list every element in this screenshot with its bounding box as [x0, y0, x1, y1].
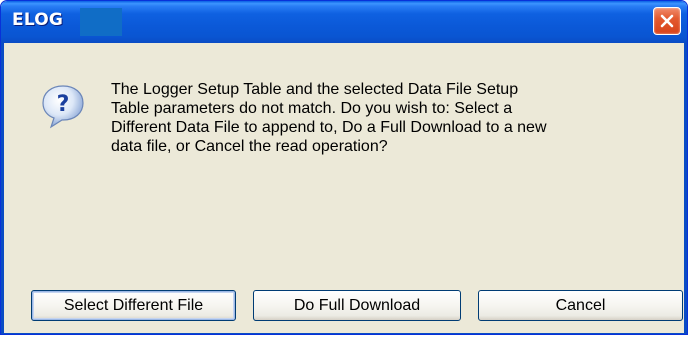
- do-full-download-button[interactable]: Do Full Download: [253, 290, 461, 321]
- select-different-file-button[interactable]: Select Different File: [31, 290, 236, 321]
- window-title: ELOG: [12, 10, 64, 30]
- message-line: The Logger Setup Table and the selected …: [111, 81, 519, 98]
- title-bar[interactable]: ELOG: [1, 1, 687, 43]
- message-line: data file, or Cancel the read operation?: [111, 138, 388, 155]
- redacted-title-block: [80, 8, 122, 36]
- dialog-window: ELOG ? The Logger Setup Table and the se…: [0, 0, 688, 335]
- dialog-message: The Logger Setup Table and the selected …: [111, 80, 571, 156]
- message-line: Table parameters do not match. Do you wi…: [111, 100, 513, 117]
- close-icon: [660, 14, 674, 28]
- message-line: Different Data File to append to, Do a F…: [111, 119, 547, 136]
- close-button[interactable]: [653, 7, 681, 35]
- svg-text:?: ?: [57, 92, 70, 117]
- cancel-button[interactable]: Cancel: [478, 290, 683, 321]
- question-icon: ?: [42, 85, 84, 129]
- dialog-body: ? The Logger Setup Table and the selecte…: [1, 43, 687, 334]
